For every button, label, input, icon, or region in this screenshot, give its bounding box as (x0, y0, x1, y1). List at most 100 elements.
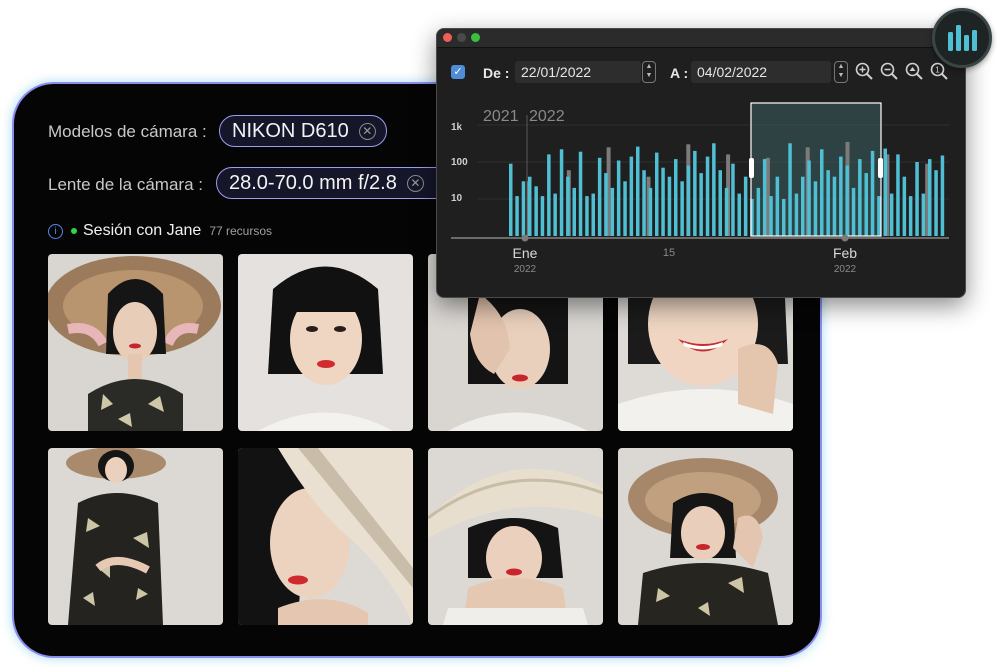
histogram-bar[interactable] (889, 193, 894, 236)
x-tick-year: 2022 (834, 264, 857, 275)
histogram-bar[interactable] (775, 176, 780, 236)
histogram-bar[interactable] (724, 187, 729, 236)
bar-chart-icon[interactable] (932, 8, 992, 68)
histogram-bar[interactable] (782, 199, 786, 236)
photo-thumbnail[interactable] (48, 448, 223, 625)
histogram-bar[interactable] (877, 196, 881, 236)
histogram-bar[interactable] (648, 187, 653, 236)
histogram-bar[interactable] (769, 196, 773, 236)
year-marker-prev: 2021 (483, 108, 519, 125)
remove-lens-filter-icon[interactable]: ✕ (406, 174, 424, 192)
histogram-bar[interactable] (699, 173, 703, 236)
histogram-bar[interactable] (928, 159, 932, 236)
histogram-bar[interactable] (712, 143, 716, 236)
x-tick-month: Feb (833, 245, 857, 261)
histogram-bar[interactable] (534, 186, 538, 236)
photo-thumbnail[interactable] (238, 254, 413, 431)
histogram-chart[interactable]: 2021 2022 1k 100 10 Ene 2022 15 Feb 2022 (437, 29, 965, 297)
year-marker-curr: 2022 (529, 108, 565, 125)
histogram-bar[interactable] (902, 176, 907, 236)
histogram-bar[interactable] (629, 156, 634, 236)
histogram-bar[interactable] (572, 187, 577, 236)
histogram-bar[interactable] (762, 159, 767, 236)
photo-thumbnail[interactable] (48, 254, 223, 431)
info-icon[interactable]: i (48, 223, 63, 239)
histogram-bar[interactable] (807, 160, 811, 237)
histogram-bar[interactable] (915, 162, 919, 236)
histogram-bar[interactable] (794, 193, 799, 236)
histogram-bar[interactable] (547, 154, 551, 236)
x-tick-day: 15 (663, 247, 675, 259)
histogram-bar[interactable] (839, 156, 843, 236)
lens-chip[interactable]: 28.0-70.0 mm f/2.8 ✕ (216, 167, 456, 199)
histogram-bar[interactable] (896, 154, 900, 236)
histogram-bar[interactable] (870, 150, 875, 236)
histogram-bar[interactable] (591, 193, 596, 236)
histogram-bar[interactable] (661, 167, 665, 236)
histogram-bar[interactable] (851, 187, 856, 236)
histogram-bar[interactable] (623, 181, 627, 236)
histogram-bar[interactable] (756, 187, 761, 236)
histogram-bar[interactable] (521, 181, 526, 236)
histogram-bar[interactable] (597, 157, 602, 236)
histogram-bar[interactable] (826, 170, 830, 236)
histogram-bar[interactable] (610, 187, 615, 236)
histogram-bar[interactable] (858, 159, 862, 236)
photo-thumbnail[interactable] (618, 448, 793, 625)
histogram-bar[interactable] (820, 149, 824, 236)
histogram-bar[interactable] (788, 143, 792, 236)
camera-model-chip[interactable]: NIKON D610 ✕ (219, 115, 387, 147)
y-tick-label: 100 (451, 157, 468, 168)
histogram-bar[interactable] (578, 151, 583, 236)
histogram-bar[interactable] (585, 196, 589, 236)
histogram-bar[interactable] (705, 156, 710, 236)
x-tick-month: Ene (513, 245, 538, 261)
histogram-bar[interactable] (864, 173, 869, 236)
histogram-bar[interactable] (743, 176, 748, 236)
selection-handle-right[interactable] (878, 158, 883, 178)
photo-thumbnail[interactable] (238, 448, 413, 625)
histogram-bar[interactable] (655, 152, 659, 236)
histogram-bar[interactable] (636, 146, 640, 236)
histogram-bar[interactable] (642, 170, 646, 236)
photo-thumbnail[interactable] (428, 448, 603, 625)
camera-model-label: Modelos de cámara : (48, 122, 207, 141)
histogram-bar[interactable] (515, 196, 519, 236)
session-header: i Sesión con Jane 77 recursos (48, 222, 272, 240)
status-dot (71, 228, 77, 234)
lens-value: 28.0-70.0 mm f/2.8 (229, 171, 397, 194)
timeline-window: ✓ De : 22/01/2022 ▲ ▼ A : 04/02/2022 ▲ ▼ 1 (436, 28, 966, 298)
histogram-bar[interactable] (934, 170, 938, 236)
histogram-bar[interactable] (940, 155, 945, 237)
histogram-bar[interactable] (566, 176, 570, 236)
y-tick-label: 1k (451, 122, 463, 133)
histogram-bar[interactable] (528, 176, 532, 236)
histogram-bar[interactable] (883, 148, 888, 236)
x-tick-dot (521, 234, 529, 242)
session-name: Sesión con Jane (83, 222, 202, 239)
histogram-bar[interactable] (680, 181, 684, 236)
histogram-bar[interactable] (832, 176, 837, 236)
histogram-bar[interactable] (921, 193, 926, 236)
histogram-bar[interactable] (509, 163, 513, 236)
histogram-bar[interactable] (667, 176, 672, 236)
histogram-bar[interactable] (845, 165, 849, 236)
histogram-bar[interactable] (616, 160, 621, 237)
histogram-bar[interactable] (604, 173, 608, 236)
histogram-bar[interactable] (908, 196, 913, 236)
histogram-bar[interactable] (813, 181, 818, 236)
histogram-bar[interactable] (559, 149, 564, 236)
camera-model-value: NIKON D610 (232, 119, 349, 142)
remove-camera-filter-icon[interactable]: ✕ (358, 122, 376, 140)
histogram-bar[interactable] (731, 163, 735, 236)
session-count: 77 recursos (209, 224, 273, 238)
histogram-bar[interactable] (686, 165, 691, 236)
histogram-bar[interactable] (540, 196, 545, 236)
selection-handle-left[interactable] (749, 158, 754, 178)
histogram-bar[interactable] (693, 150, 697, 236)
histogram-bar[interactable] (718, 170, 723, 236)
histogram-bar[interactable] (737, 193, 742, 236)
histogram-bar[interactable] (553, 193, 557, 236)
histogram-bar[interactable] (674, 159, 678, 236)
histogram-bar[interactable] (801, 176, 805, 236)
